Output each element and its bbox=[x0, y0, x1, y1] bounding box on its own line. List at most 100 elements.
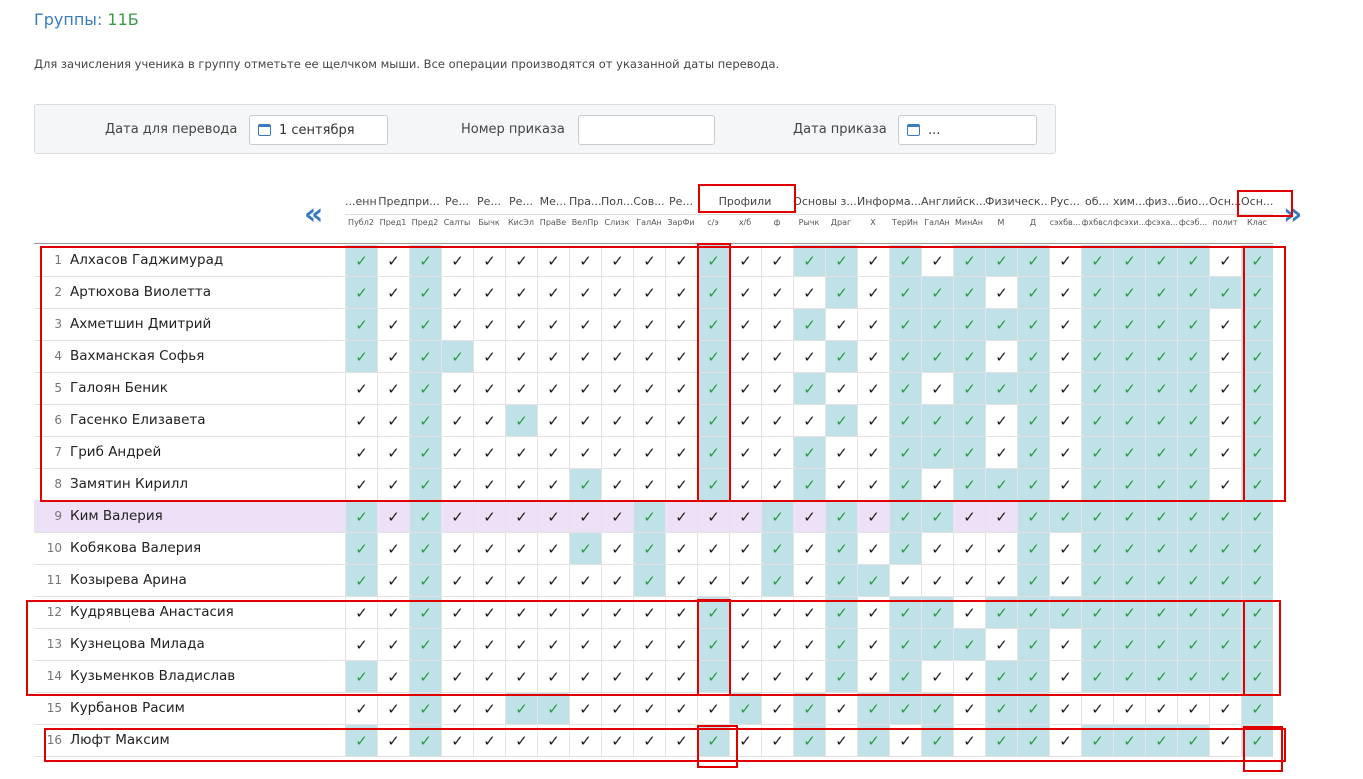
check-cell[interactable]: ✓ bbox=[633, 725, 665, 756]
column-group-header[interactable]: Ре... bbox=[505, 195, 537, 211]
enrolled-check-cell[interactable]: ✓ bbox=[1177, 373, 1209, 404]
column-subheader[interactable]: Пред2 bbox=[409, 218, 441, 232]
check-cell[interactable]: ✓ bbox=[825, 725, 857, 756]
enrolled-check-cell[interactable]: ✓ bbox=[1177, 565, 1209, 596]
check-cell[interactable]: ✓ bbox=[1049, 309, 1081, 340]
enrolled-check-cell[interactable]: ✓ bbox=[985, 725, 1017, 756]
check-cell[interactable]: ✓ bbox=[633, 597, 665, 628]
check-cell[interactable]: ✓ bbox=[1049, 277, 1081, 308]
check-cell[interactable]: ✓ bbox=[505, 597, 537, 628]
check-cell[interactable]: ✓ bbox=[505, 341, 537, 372]
enrolled-check-cell[interactable]: ✓ bbox=[345, 309, 377, 340]
enrolled-check-cell[interactable]: ✓ bbox=[537, 693, 569, 724]
column-group-header[interactable]: Осн... bbox=[1241, 195, 1273, 211]
check-cell[interactable]: ✓ bbox=[505, 725, 537, 756]
enrolled-check-cell[interactable]: ✓ bbox=[1241, 501, 1273, 532]
enrolled-check-cell[interactable]: ✓ bbox=[921, 693, 953, 724]
enrolled-check-cell[interactable]: ✓ bbox=[921, 309, 953, 340]
check-cell[interactable]: ✓ bbox=[345, 405, 377, 436]
enrolled-check-cell[interactable]: ✓ bbox=[409, 373, 441, 404]
check-cell[interactable]: ✓ bbox=[953, 597, 985, 628]
column-group-header[interactable]: Ре... bbox=[441, 195, 473, 211]
check-cell[interactable]: ✓ bbox=[1209, 469, 1241, 500]
column-subheader[interactable]: ГалАн bbox=[633, 218, 665, 232]
enrolled-check-cell[interactable]: ✓ bbox=[345, 501, 377, 532]
check-cell[interactable]: ✓ bbox=[1209, 725, 1241, 756]
enrolled-check-cell[interactable]: ✓ bbox=[1177, 245, 1209, 276]
enrolled-check-cell[interactable]: ✓ bbox=[1017, 725, 1049, 756]
check-cell[interactable]: ✓ bbox=[921, 373, 953, 404]
enrolled-check-cell[interactable]: ✓ bbox=[953, 245, 985, 276]
enrolled-check-cell[interactable]: ✓ bbox=[1177, 469, 1209, 500]
check-cell[interactable]: ✓ bbox=[761, 405, 793, 436]
column-subheader[interactable]: сэхбв... bbox=[1049, 218, 1081, 232]
enrolled-check-cell[interactable]: ✓ bbox=[505, 405, 537, 436]
check-cell[interactable]: ✓ bbox=[569, 277, 601, 308]
column-subheader[interactable]: полит bbox=[1209, 218, 1241, 232]
check-cell[interactable]: ✓ bbox=[377, 437, 409, 468]
check-cell[interactable]: ✓ bbox=[473, 341, 505, 372]
check-cell[interactable]: ✓ bbox=[505, 245, 537, 276]
check-cell[interactable]: ✓ bbox=[697, 501, 729, 532]
enrolled-check-cell[interactable]: ✓ bbox=[889, 341, 921, 372]
enrolled-check-cell[interactable]: ✓ bbox=[793, 725, 825, 756]
check-cell[interactable]: ✓ bbox=[1209, 437, 1241, 468]
enrolled-check-cell[interactable]: ✓ bbox=[1017, 501, 1049, 532]
check-cell[interactable]: ✓ bbox=[601, 309, 633, 340]
check-cell[interactable]: ✓ bbox=[1209, 341, 1241, 372]
enrolled-check-cell[interactable]: ✓ bbox=[1145, 597, 1177, 628]
column-subheader[interactable]: фсэха... bbox=[1145, 218, 1177, 232]
check-cell[interactable]: ✓ bbox=[345, 597, 377, 628]
enrolled-check-cell[interactable]: ✓ bbox=[1081, 533, 1113, 564]
enrolled-check-cell[interactable]: ✓ bbox=[697, 469, 729, 500]
enrolled-check-cell[interactable]: ✓ bbox=[409, 405, 441, 436]
check-cell[interactable]: ✓ bbox=[665, 437, 697, 468]
check-cell[interactable]: ✓ bbox=[665, 661, 697, 692]
enrolled-check-cell[interactable]: ✓ bbox=[889, 629, 921, 660]
enrolled-check-cell[interactable]: ✓ bbox=[921, 597, 953, 628]
column-group-header[interactable]: Английск... bbox=[921, 195, 985, 211]
check-cell[interactable]: ✓ bbox=[441, 245, 473, 276]
enrolled-check-cell[interactable]: ✓ bbox=[921, 501, 953, 532]
enrolled-check-cell[interactable]: ✓ bbox=[1113, 533, 1145, 564]
column-group-header[interactable]: Основы з... bbox=[793, 195, 857, 211]
column-subheader[interactable]: фхбвсл bbox=[1081, 218, 1113, 232]
check-cell[interactable]: ✓ bbox=[857, 469, 889, 500]
check-cell[interactable]: ✓ bbox=[665, 597, 697, 628]
enrolled-check-cell[interactable]: ✓ bbox=[953, 629, 985, 660]
check-cell[interactable]: ✓ bbox=[377, 661, 409, 692]
column-subheader[interactable]: ЗарФи bbox=[665, 218, 697, 232]
enrolled-check-cell[interactable]: ✓ bbox=[793, 373, 825, 404]
check-cell[interactable]: ✓ bbox=[441, 597, 473, 628]
enrolled-check-cell[interactable]: ✓ bbox=[345, 341, 377, 372]
check-cell[interactable]: ✓ bbox=[441, 565, 473, 596]
check-cell[interactable]: ✓ bbox=[953, 693, 985, 724]
check-cell[interactable]: ✓ bbox=[857, 629, 889, 660]
enrolled-check-cell[interactable]: ✓ bbox=[1081, 437, 1113, 468]
enrolled-check-cell[interactable]: ✓ bbox=[345, 533, 377, 564]
enrolled-check-cell[interactable]: ✓ bbox=[1145, 245, 1177, 276]
column-subheader[interactable]: Х bbox=[857, 218, 889, 232]
enrolled-check-cell[interactable]: ✓ bbox=[1081, 629, 1113, 660]
check-cell[interactable]: ✓ bbox=[473, 597, 505, 628]
check-cell[interactable]: ✓ bbox=[665, 565, 697, 596]
enrolled-check-cell[interactable]: ✓ bbox=[1241, 597, 1273, 628]
check-cell[interactable]: ✓ bbox=[1049, 533, 1081, 564]
enrolled-check-cell[interactable]: ✓ bbox=[409, 533, 441, 564]
enrolled-check-cell[interactable]: ✓ bbox=[1241, 725, 1273, 756]
check-cell[interactable]: ✓ bbox=[857, 373, 889, 404]
check-cell[interactable]: ✓ bbox=[729, 309, 761, 340]
column-subheader[interactable]: Публ2 bbox=[345, 218, 377, 232]
enrolled-check-cell[interactable]: ✓ bbox=[1017, 373, 1049, 404]
column-group-header[interactable]: Предпри... bbox=[377, 195, 441, 211]
column-group-header[interactable]: физ... bbox=[1145, 195, 1177, 211]
column-subheader[interactable]: ВелПр bbox=[569, 218, 601, 232]
check-cell[interactable]: ✓ bbox=[505, 565, 537, 596]
check-cell[interactable]: ✓ bbox=[601, 725, 633, 756]
check-cell[interactable]: ✓ bbox=[1049, 437, 1081, 468]
enrolled-check-cell[interactable]: ✓ bbox=[1241, 405, 1273, 436]
column-group-header[interactable]: Ме... bbox=[537, 195, 569, 211]
enrolled-check-cell[interactable]: ✓ bbox=[1241, 245, 1273, 276]
enrolled-check-cell[interactable]: ✓ bbox=[633, 565, 665, 596]
enrolled-check-cell[interactable]: ✓ bbox=[409, 437, 441, 468]
